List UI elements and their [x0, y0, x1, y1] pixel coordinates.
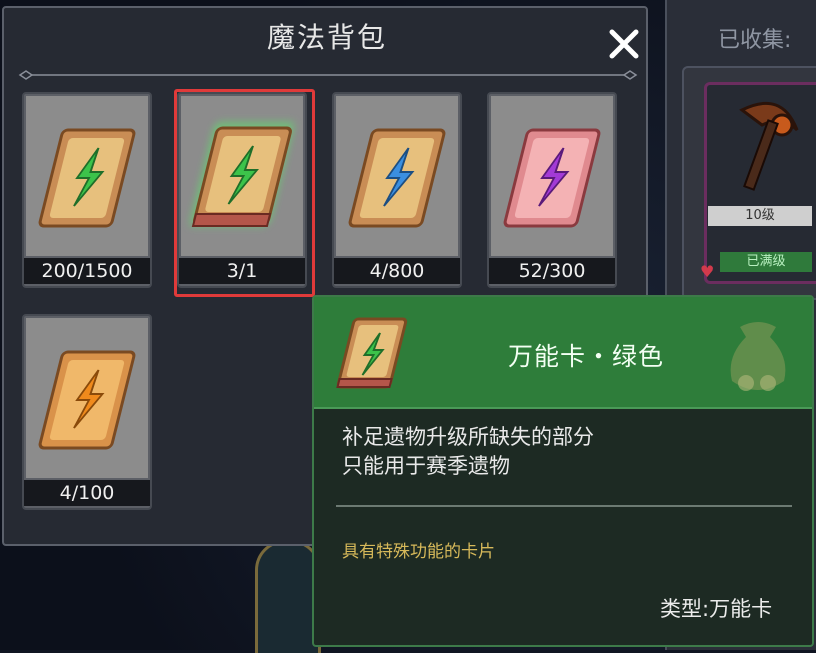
relic-maxed-badge: 已满级: [720, 252, 812, 272]
item-count: 4/100: [24, 480, 150, 506]
tooltip-type-label: 类型:万能卡: [660, 597, 773, 621]
green-card-icon: [38, 128, 136, 228]
blue-card-icon: [348, 128, 446, 228]
tooltip-flavor-text: 具有特殊功能的卡片: [342, 542, 495, 562]
item-count: 200/1500: [24, 258, 150, 284]
tooltip-description: 补足遗物升级所缺失的部分 只能用于赛季遗物: [342, 423, 594, 481]
backpack-slot[interactable]: 52/300: [487, 92, 617, 288]
relic-level-label: 10级: [708, 206, 812, 226]
orange-card-icon: [38, 350, 136, 450]
description-line: 补足遗物升级所缺失的部分: [342, 425, 594, 449]
item-count: 4/800: [334, 258, 460, 284]
backpack-slot[interactable]: 200/1500: [22, 92, 152, 288]
pouch-watermark-icon: [730, 322, 786, 391]
backpack-slot[interactable]: 4/100: [22, 314, 152, 510]
tooltip-item-name: 万能卡・绿色: [508, 342, 665, 371]
green-spellbook-icon: [336, 317, 408, 389]
selected-highlight-frame: [174, 89, 315, 297]
heart-icon: ♥: [700, 262, 715, 281]
tooltip-header: 万能卡・绿色: [314, 297, 812, 409]
tooltip-divider: [336, 505, 792, 507]
close-icon[interactable]: [604, 24, 644, 64]
backpack-slot[interactable]: 4/800: [332, 92, 462, 288]
collected-label: 已收集:: [718, 28, 792, 53]
description-line: 只能用于赛季遗物: [342, 454, 510, 478]
scythe-relic-icon: [739, 101, 799, 191]
title-divider: [18, 70, 638, 80]
item-tooltip: 万能卡・绿色 补足遗物升级所缺失的部分 只能用于赛季遗物 具有特殊功能的卡片 类…: [312, 295, 814, 647]
purple-card-icon: [503, 128, 601, 228]
panel-title: 魔法背包: [266, 21, 387, 54]
item-count: 52/300: [489, 258, 615, 284]
